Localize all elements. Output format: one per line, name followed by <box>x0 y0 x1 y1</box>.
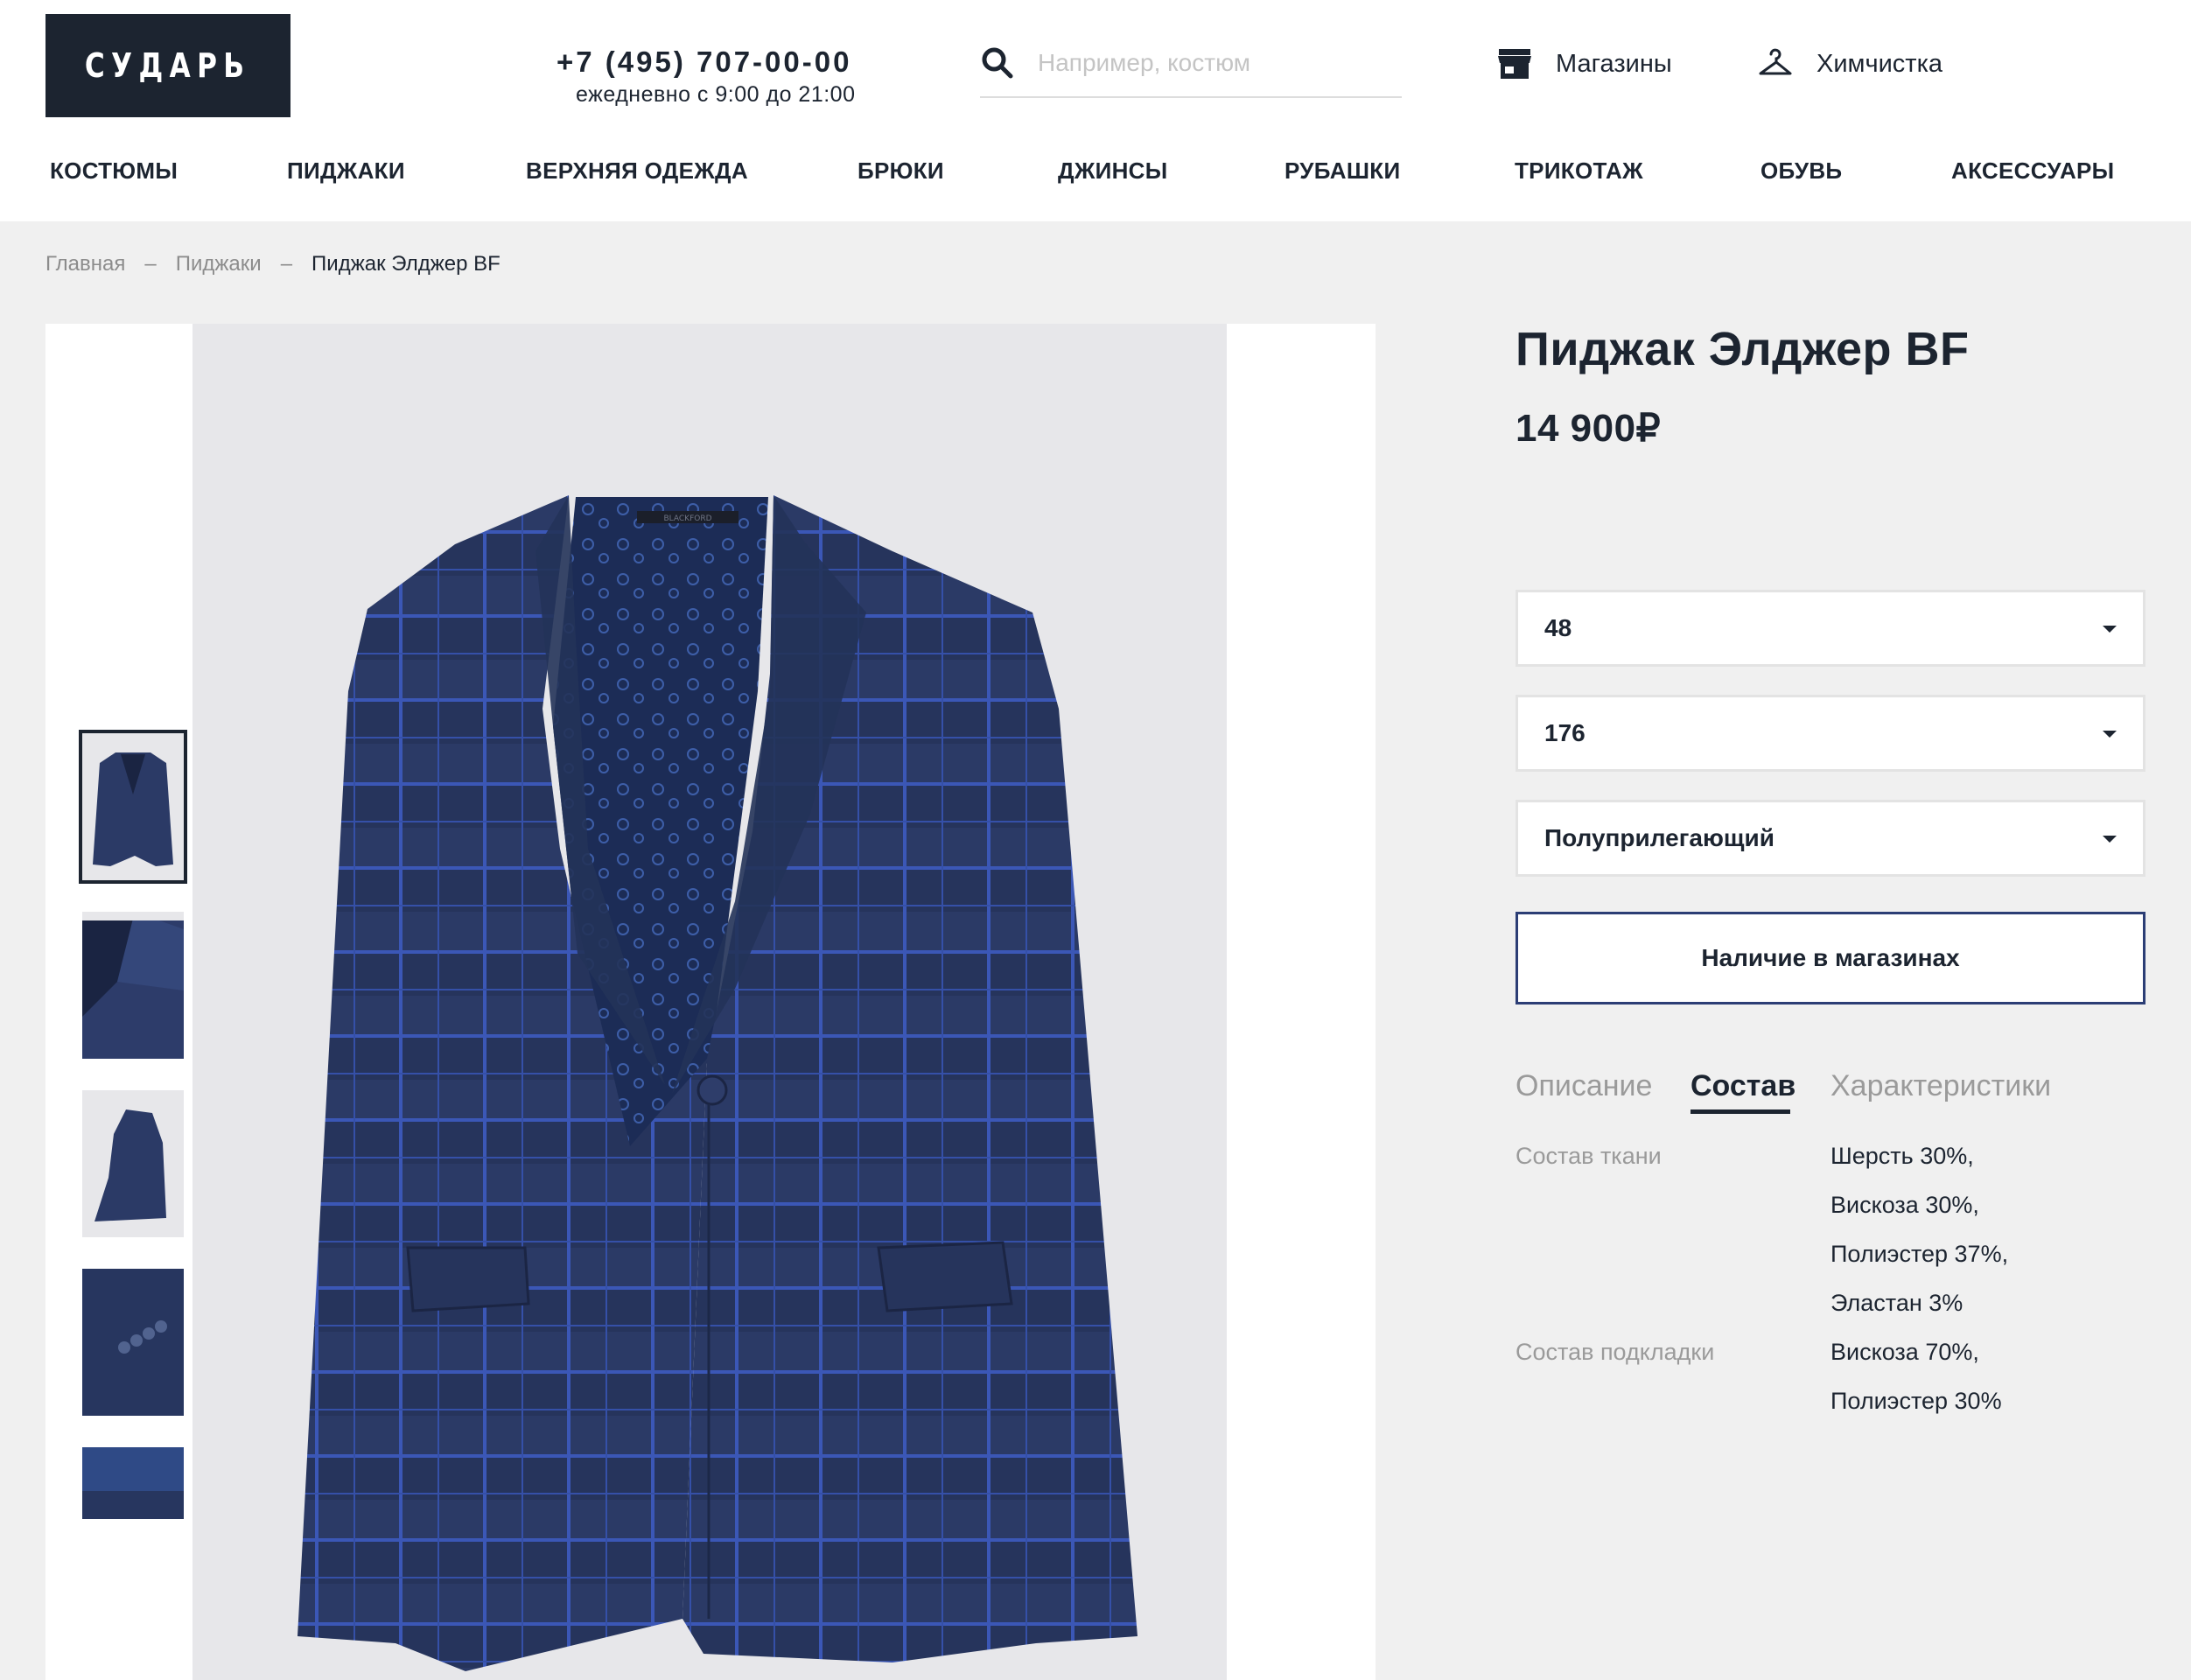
breadcrumb-separator: – <box>144 252 157 276</box>
dry-cleaning-label: Химчистка <box>1816 49 1943 78</box>
fabric-composition-label: Состав ткани <box>1516 1143 1662 1169</box>
nav-item-accessories[interactable]: АКСЕССУАРЫ <box>1951 158 2114 185</box>
jacket-front-thumb-image <box>82 733 184 880</box>
product-gallery: BLACKFORD <box>46 324 1376 1680</box>
breadcrumb-separator: – <box>280 252 293 276</box>
phone-number[interactable]: +7 (495) 707-00-00 <box>556 46 851 79</box>
nav-item-jeans[interactable]: ДЖИНСЫ <box>1058 158 1168 185</box>
jacket-lapel-thumb-image <box>82 912 184 1059</box>
tab-composition[interactable]: Состав <box>1690 1069 1796 1103</box>
chevron-down-icon <box>2103 626 2117 633</box>
breadcrumb-current: Пиджак Элджер BF <box>312 252 500 276</box>
nav-item-trousers[interactable]: БРЮКИ <box>858 158 944 185</box>
store-icon <box>1498 49 1531 79</box>
nav-item-knitwear[interactable]: ТРИКОТАЖ <box>1515 158 1643 185</box>
tab-description[interactable]: Описание <box>1516 1069 1652 1103</box>
category-nav: КОСТЮМЫ ПИДЖАКИ ВЕРХНЯЯ ОДЕЖДА БРЮКИ ДЖИ… <box>0 158 2191 192</box>
size-select[interactable]: 48 <box>1516 590 2146 667</box>
site-header: СУДАРЬ +7 (495) 707-00-00 ежедневно с 9:… <box>0 0 2191 221</box>
fit-select[interactable]: Полуприлегающий <box>1516 800 2146 877</box>
logo-text: СУДАРЬ <box>85 46 251 85</box>
main-product-photo[interactable]: BLACKFORD <box>192 324 1227 1680</box>
store-availability-button[interactable]: Наличие в магазинах <box>1516 912 2146 1004</box>
fit-select-value: Полуприлегающий <box>1544 824 1774 851</box>
working-hours: ежедневно с 9:00 до 21:00 <box>576 82 856 107</box>
dry-cleaning-link[interactable]: Химчистка <box>1757 46 1942 82</box>
jacket-label-text: BLACKFORD <box>663 514 711 523</box>
search-input[interactable] <box>1038 46 1388 80</box>
nav-item-suits[interactable]: КОСТЮМЫ <box>50 158 178 185</box>
thumbnail-sleeve[interactable] <box>82 1269 184 1416</box>
breadcrumb: Главная – Пиджаки – Пиджак Элджер BF <box>46 252 500 276</box>
jacket-side-thumb-image <box>82 1090 184 1237</box>
stores-label: Магазины <box>1556 49 1672 78</box>
chevron-down-icon <box>2103 731 2117 738</box>
stores-link[interactable]: Магазины <box>1496 46 1672 82</box>
height-select-value: 176 <box>1544 719 1586 746</box>
lining-composition-item: Вискоза 70%, <box>1830 1339 1979 1365</box>
thumbnail-side[interactable] <box>82 1090 184 1237</box>
thumbnail-lining[interactable] <box>82 1447 184 1519</box>
size-select-value: 48 <box>1544 614 1572 641</box>
fabric-composition-item: Полиэстер 37%, <box>1830 1241 2009 1267</box>
breadcrumb-home[interactable]: Главная <box>46 252 125 276</box>
jacket-photo-image: BLACKFORD <box>192 324 1227 1680</box>
nav-item-shirts[interactable]: РУБАШКИ <box>1284 158 1400 185</box>
product-price: 14 900₽ <box>1516 407 1662 450</box>
hanger-icon <box>1759 48 1792 75</box>
nav-item-shoes[interactable]: ОБУВЬ <box>1760 158 1842 185</box>
thumbnail-lapel[interactable] <box>82 912 184 1059</box>
fabric-composition-item: Шерсть 30%, <box>1830 1143 1974 1169</box>
product-title: Пиджак Элджер BF <box>1516 323 1970 375</box>
search-icon[interactable] <box>980 46 1015 80</box>
search-box <box>980 42 1402 98</box>
tab-characteristics[interactable]: Характеристики <box>1830 1069 2051 1103</box>
breadcrumb-jackets[interactable]: Пиджаки <box>176 252 262 276</box>
lining-composition-label: Состав подкладки <box>1516 1339 1715 1365</box>
jacket-lining-thumb-image <box>82 1447 184 1519</box>
active-tab-indicator <box>1690 1110 1790 1114</box>
chevron-down-icon <box>2103 836 2117 843</box>
thumbnail-front[interactable] <box>79 730 187 884</box>
site-logo[interactable]: СУДАРЬ <box>46 14 290 117</box>
lining-composition-item: Полиэстер 30% <box>1830 1388 2002 1414</box>
nav-item-jackets[interactable]: ПИДЖАКИ <box>287 158 405 185</box>
height-select[interactable]: 176 <box>1516 695 2146 772</box>
jacket-sleeve-thumb-image <box>82 1269 184 1416</box>
fabric-composition-item: Эластан 3% <box>1830 1290 1964 1316</box>
fabric-composition-item: Вискоза 30%, <box>1830 1192 1979 1218</box>
nav-item-outerwear[interactable]: ВЕРХНЯЯ ОДЕЖДА <box>526 158 748 185</box>
